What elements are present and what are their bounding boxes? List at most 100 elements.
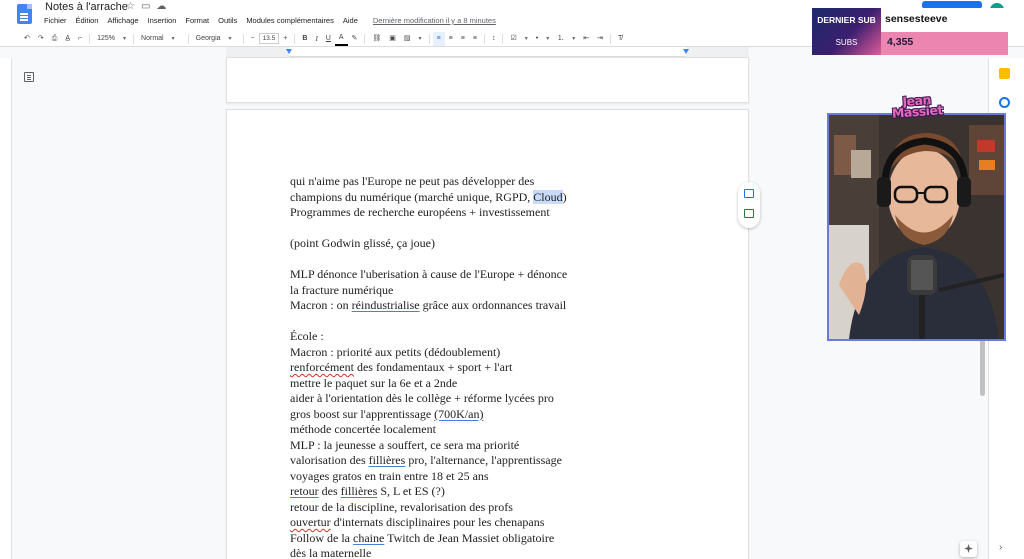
move-to-folder-icon[interactable]: ▭ xyxy=(141,1,150,12)
menu-file[interactable]: Fichier xyxy=(44,16,67,25)
cloud-status-icon[interactable]: ☁ xyxy=(156,1,166,12)
toolbar-divider xyxy=(609,33,611,44)
toolbar-divider xyxy=(483,33,485,44)
explore-button[interactable] xyxy=(960,541,977,557)
docs-logo-icon[interactable] xyxy=(17,4,32,24)
page-previous[interactable] xyxy=(226,57,749,103)
decrease-indent-icon[interactable]: ⇤ xyxy=(579,32,593,46)
sub-count: 4,355 xyxy=(887,36,914,48)
toolbar-divider xyxy=(364,33,366,44)
image-icon[interactable]: ▨ xyxy=(400,32,426,46)
zoom-select[interactable]: 125% xyxy=(93,32,130,46)
streamer-logo: Jean Massiet xyxy=(891,92,944,121)
print-icon[interactable]: ⎙ xyxy=(48,32,62,46)
subs-label: SUBS xyxy=(835,38,858,47)
text-line: qui n'aime pas l'Europe ne peut pas déve… xyxy=(290,174,535,188)
toolbar-divider xyxy=(187,33,189,44)
sub-label-panel: DERNIER SUB SUBS xyxy=(812,8,881,55)
horizontal-ruler[interactable] xyxy=(226,47,749,57)
italic-button[interactable]: I xyxy=(311,32,321,46)
spellcheck-icon[interactable]: A̲ xyxy=(61,32,74,46)
text-line: Macron : on réindustrialise grâce aux or… xyxy=(290,298,567,312)
highlight-icon[interactable]: ✎ xyxy=(348,32,362,46)
decrease-font-button[interactable]: − xyxy=(247,32,259,46)
bulleted-list-icon[interactable]: • xyxy=(532,32,553,46)
text-line: Macron : priorité aux petits (dédoubleme… xyxy=(290,344,501,359)
streamer-image xyxy=(829,115,1004,339)
text-line: École : xyxy=(290,329,324,343)
chevron-right-icon[interactable]: › xyxy=(999,542,1002,553)
menu-addons[interactable]: Modules complémentaires xyxy=(246,16,334,25)
increase-indent-icon[interactable]: ⇥ xyxy=(593,32,607,46)
menu-view[interactable]: Affichage xyxy=(107,16,138,25)
toolbar-divider xyxy=(294,33,296,44)
text-line: renforcément des fondamentaux + sport + … xyxy=(290,360,513,374)
link-icon[interactable]: ⛓ xyxy=(368,32,385,46)
vertical-ruler[interactable] xyxy=(0,58,12,559)
style-select[interactable]: Normal xyxy=(137,32,185,46)
sub-info-panel: sensesteeve 4,355 xyxy=(881,8,1008,55)
undo-icon[interactable]: ↶ xyxy=(20,32,34,46)
document-title[interactable]: Notes à l'arrache xyxy=(45,1,128,13)
justify-icon[interactable]: ≡ xyxy=(469,32,481,46)
text-line: voyages gratos en train entre 18 et 25 a… xyxy=(290,468,489,483)
floating-comment-tools xyxy=(738,182,760,228)
text-line: dès la maternelle xyxy=(290,546,372,559)
toolbar-divider xyxy=(242,33,244,44)
text-line: retour des fillières S, L et ES (?) xyxy=(290,484,445,498)
suggest-edit-icon[interactable] xyxy=(744,209,754,218)
grammar-suggestion: retour xyxy=(290,484,319,498)
numbered-list-icon[interactable]: ⒈ xyxy=(553,32,579,46)
align-left-icon[interactable]: ≡ xyxy=(432,31,445,46)
align-center-icon[interactable]: ≡ xyxy=(445,32,457,46)
redo-icon[interactable]: ↷ xyxy=(34,32,48,46)
document-outline-icon[interactable] xyxy=(24,72,34,82)
ruler-margin-left xyxy=(226,47,289,57)
stream-sub-widget: DERNIER SUB SUBS sensesteeve 4,355 xyxy=(812,8,1008,55)
clear-formatting-icon[interactable]: T̸ xyxy=(614,32,626,46)
font-select[interactable]: Georgia xyxy=(192,32,240,46)
scrollbar[interactable] xyxy=(980,340,985,396)
keep-icon[interactable] xyxy=(999,68,1010,79)
comment-icon[interactable]: ▣ xyxy=(385,32,400,46)
toolbar-divider xyxy=(133,33,135,44)
tasks-icon[interactable] xyxy=(999,97,1010,108)
align-right-icon[interactable]: ≡ xyxy=(457,32,469,46)
toolbar-divider xyxy=(502,33,504,44)
bold-button[interactable]: B xyxy=(298,32,311,46)
text-line: Follow de la chaine Twitch de Jean Massi… xyxy=(290,530,555,545)
text-line: la fracture numérique xyxy=(290,282,394,297)
font-size-input[interactable]: 13.5 xyxy=(258,33,280,44)
menu-insert[interactable]: Insertion xyxy=(148,16,177,25)
page-current[interactable]: qui n'aime pas l'Europe ne peut pas déve… xyxy=(226,109,749,559)
text-line: champions du numérique (marché unique, R… xyxy=(290,189,567,204)
last-edit-link[interactable]: Dernière modification il y a 8 minutes xyxy=(373,16,496,25)
toolbar-divider xyxy=(428,33,430,44)
document-body[interactable]: qui n'aime pas l'Europe ne peut pas déve… xyxy=(290,174,710,559)
menu-tools[interactable]: Outils xyxy=(218,16,237,25)
checklist-icon[interactable]: ☑ xyxy=(506,32,531,46)
increase-font-button[interactable]: + xyxy=(279,32,291,46)
underline-button[interactable]: U xyxy=(322,32,335,46)
add-comment-icon[interactable] xyxy=(744,189,754,198)
star-icon[interactable]: ☆ xyxy=(126,1,135,12)
menu-edit[interactable]: Édition xyxy=(76,16,99,25)
menu-format[interactable]: Format xyxy=(185,16,209,25)
last-sub-name: sensesteeve xyxy=(885,13,948,25)
menu-help[interactable]: Aide xyxy=(343,16,358,25)
menu-bar: Fichier Édition Affichage Insertion Form… xyxy=(44,16,496,25)
grammar-suggestion: (700K/an) xyxy=(434,406,484,421)
text-line: MLP dénonce l'uberisation à cause de l'E… xyxy=(290,267,568,281)
text-color-button[interactable]: A xyxy=(334,32,348,46)
paint-format-icon[interactable]: ⌐ xyxy=(74,32,86,46)
grammar-suggestion: fillières xyxy=(340,484,378,498)
line-spacing-icon[interactable]: ↕ xyxy=(488,32,500,46)
title-icons: ☆ ▭ ☁ xyxy=(126,1,166,12)
grammar-suggestion: fillières xyxy=(368,453,406,467)
grammar-suggestion: chaine xyxy=(353,530,385,545)
text-line: aider à l'orientation dès le collège + r… xyxy=(290,391,554,405)
toolbar-divider xyxy=(89,33,91,44)
